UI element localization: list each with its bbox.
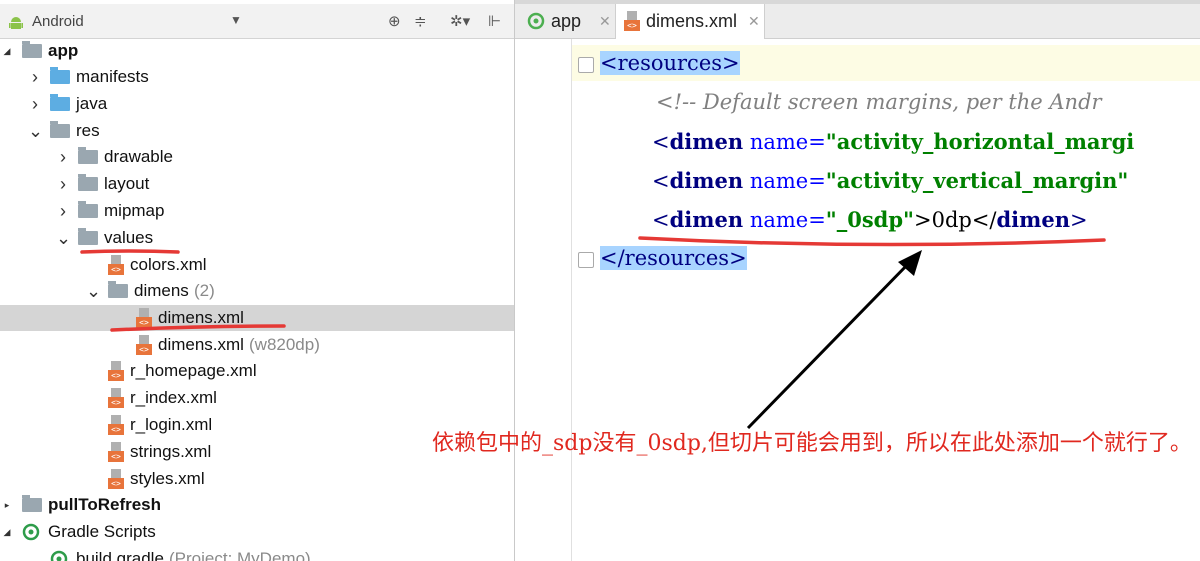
underline-values [80,249,180,254]
underline-dimens [110,324,286,332]
annotation-overlay [80,236,1106,430]
underline-code-line [638,236,1106,247]
arrow-line [746,260,912,430]
